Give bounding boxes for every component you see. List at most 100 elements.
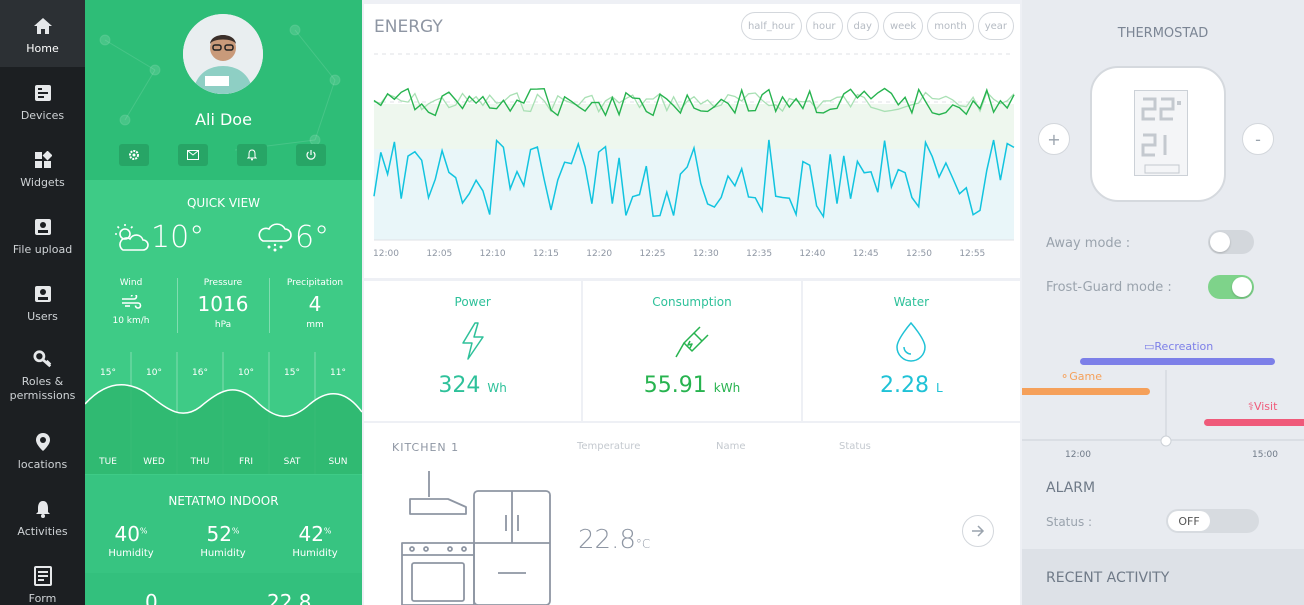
wind-icon <box>85 292 177 312</box>
range-year[interactable]: year <box>977 12 1014 40</box>
kitchen-title: KITCHEN 1 <box>392 441 460 454</box>
card-unit: Wh <box>487 381 507 395</box>
range-month[interactable]: month <box>927 12 974 40</box>
power-button[interactable] <box>296 144 326 166</box>
form-icon <box>33 566 53 586</box>
thermostat-title: THERMOSTAD <box>1117 26 1209 41</box>
range-day[interactable]: day <box>846 12 879 40</box>
range-selector: half_hour hour day week month year <box>740 12 1014 40</box>
precipitation-stat: Precipitation 4 mm <box>269 278 361 330</box>
forecast-temp: 15° <box>284 368 300 378</box>
x-tick-label: 12:30 <box>693 249 719 259</box>
x-tick-label: 12:05 <box>426 249 452 259</box>
nav-item-roles[interactable]: Roles & permissions <box>0 335 85 402</box>
nav-item-locations[interactable]: locations <box>0 416 85 483</box>
game-bar[interactable] <box>1022 388 1150 395</box>
event-label: Visit <box>1253 400 1278 413</box>
consumption-card: Consumption 55.91 kWh <box>583 281 801 421</box>
nav-item-activities[interactable]: Activities <box>0 483 85 550</box>
x-tick-label: 12:40 <box>799 249 825 259</box>
nav-label: Users <box>27 310 58 323</box>
forecast-day: WED <box>143 457 165 467</box>
visit-bar[interactable] <box>1204 419 1304 426</box>
stat-unit: hPa <box>214 320 232 330</box>
x-tick-label: 12:15 <box>533 249 559 259</box>
header-status: Status <box>839 441 871 452</box>
humidity-sup: % <box>323 526 332 536</box>
humidity-value: 52 <box>206 522 232 546</box>
humidity-label: Humidity <box>200 548 246 559</box>
notifications-button[interactable] <box>237 144 267 166</box>
kitchen-next-button[interactable] <box>962 515 994 547</box>
weather-today: 10 ° <box>113 220 204 255</box>
recent-activity-title: RECENT ACTIVITY <box>1046 570 1170 586</box>
x-tick-label: 12:50 <box>906 249 932 259</box>
nav-label: Roles & permissions <box>9 375 76 402</box>
away-mode-toggle[interactable] <box>1208 230 1254 254</box>
weather-panel: Ali Doe QUICK VIEW 10 ° 6 ° Wind 10 km/h… <box>85 0 362 605</box>
sidebar-nav: Home Devices Widgets File upload Users R… <box>0 0 85 605</box>
stat-label: Wind <box>119 278 143 288</box>
range-week[interactable]: week <box>882 12 924 40</box>
forecast-day: THU <box>190 457 210 467</box>
netatmo-title: NETATMO INDOOR <box>168 494 279 508</box>
range-half-hour[interactable]: half_hour <box>740 12 802 40</box>
nav-item-form[interactable]: Form <box>0 550 85 605</box>
stat-value: 1016 <box>197 292 249 316</box>
wind-stat: Wind 10 km/h <box>85 278 177 326</box>
nav-item-home[interactable]: Home <box>0 0 85 67</box>
card-title: Consumption <box>652 295 732 309</box>
kitchen-temp-unit: °C <box>635 537 651 551</box>
right-panel: THERMOSTAD + - Away mode : Frost-Guard m… <box>1022 0 1304 605</box>
forecast-day: TUE <box>99 457 117 467</box>
energy-title: ENERGY <box>374 17 443 37</box>
nav-item-widgets[interactable]: Widgets <box>0 134 85 201</box>
stat-value: 4 <box>308 292 322 316</box>
weather-temp: 10 <box>151 220 190 255</box>
thermostat-plus-button[interactable]: + <box>1038 123 1070 155</box>
card-number: 2.28 <box>879 373 929 398</box>
gear-icon <box>129 150 139 160</box>
bell-icon <box>247 149 257 161</box>
avatar[interactable] <box>183 14 263 94</box>
nav-label: Form <box>28 592 57 605</box>
recreation-bar[interactable] <box>1080 358 1275 365</box>
mail-button[interactable] <box>178 144 208 166</box>
humidity-label: Humidity <box>108 548 154 559</box>
nav-item-file-upload[interactable]: File upload <box>0 201 85 268</box>
humidity-item: 42% Humidity <box>269 522 361 559</box>
humidity-item: 40% Humidity <box>85 522 177 559</box>
mail-icon <box>187 150 199 160</box>
humidity-item: 52% Humidity <box>177 522 269 559</box>
thermostat-minus-button[interactable]: - <box>1242 123 1274 155</box>
weather-temp: 6 <box>295 220 315 255</box>
kitchen-widget: KITCHEN 1 Temperature Name Status 22.8°C <box>364 423 1020 605</box>
x-tick-label: 12:25 <box>640 249 666 259</box>
power-icon <box>306 150 316 160</box>
nav-item-users[interactable]: Users <box>0 268 85 335</box>
alarm-status-value: OFF <box>1168 511 1210 531</box>
card-number: 55.91 <box>643 373 707 398</box>
forecast-day: SUN <box>328 457 348 467</box>
settings-button[interactable] <box>119 144 149 166</box>
stat-label: Precipitation <box>286 278 344 288</box>
netatmo-bottom <box>85 573 362 605</box>
stat-unit: 10 km/h <box>112 316 150 326</box>
widgets-icon <box>33 150 53 170</box>
kitchen-temp-value: 22.8 <box>578 525 636 555</box>
nav-item-devices[interactable]: Devices <box>0 67 85 134</box>
forecast-temp: 15° <box>100 368 116 378</box>
alarm-status-switch[interactable]: OFF <box>1166 509 1259 533</box>
metric-cards: Power 324 Wh Consumption 55.91 kWh Water… <box>364 281 1020 421</box>
nav-label: Activities <box>17 525 68 538</box>
nav-label: Widgets <box>20 176 65 189</box>
range-hour[interactable]: hour <box>805 12 843 40</box>
degree-sign: ° <box>314 220 330 255</box>
file-upload-icon <box>33 217 53 237</box>
thermostat-screen <box>1134 90 1188 176</box>
bottom-value-right: 22.8 <box>267 590 312 605</box>
event-game: ⚬Game <box>1060 370 1102 383</box>
degree-sign: ° <box>189 220 205 255</box>
alarm-title: ALARM <box>1046 480 1096 496</box>
frost-guard-toggle[interactable] <box>1208 275 1254 299</box>
